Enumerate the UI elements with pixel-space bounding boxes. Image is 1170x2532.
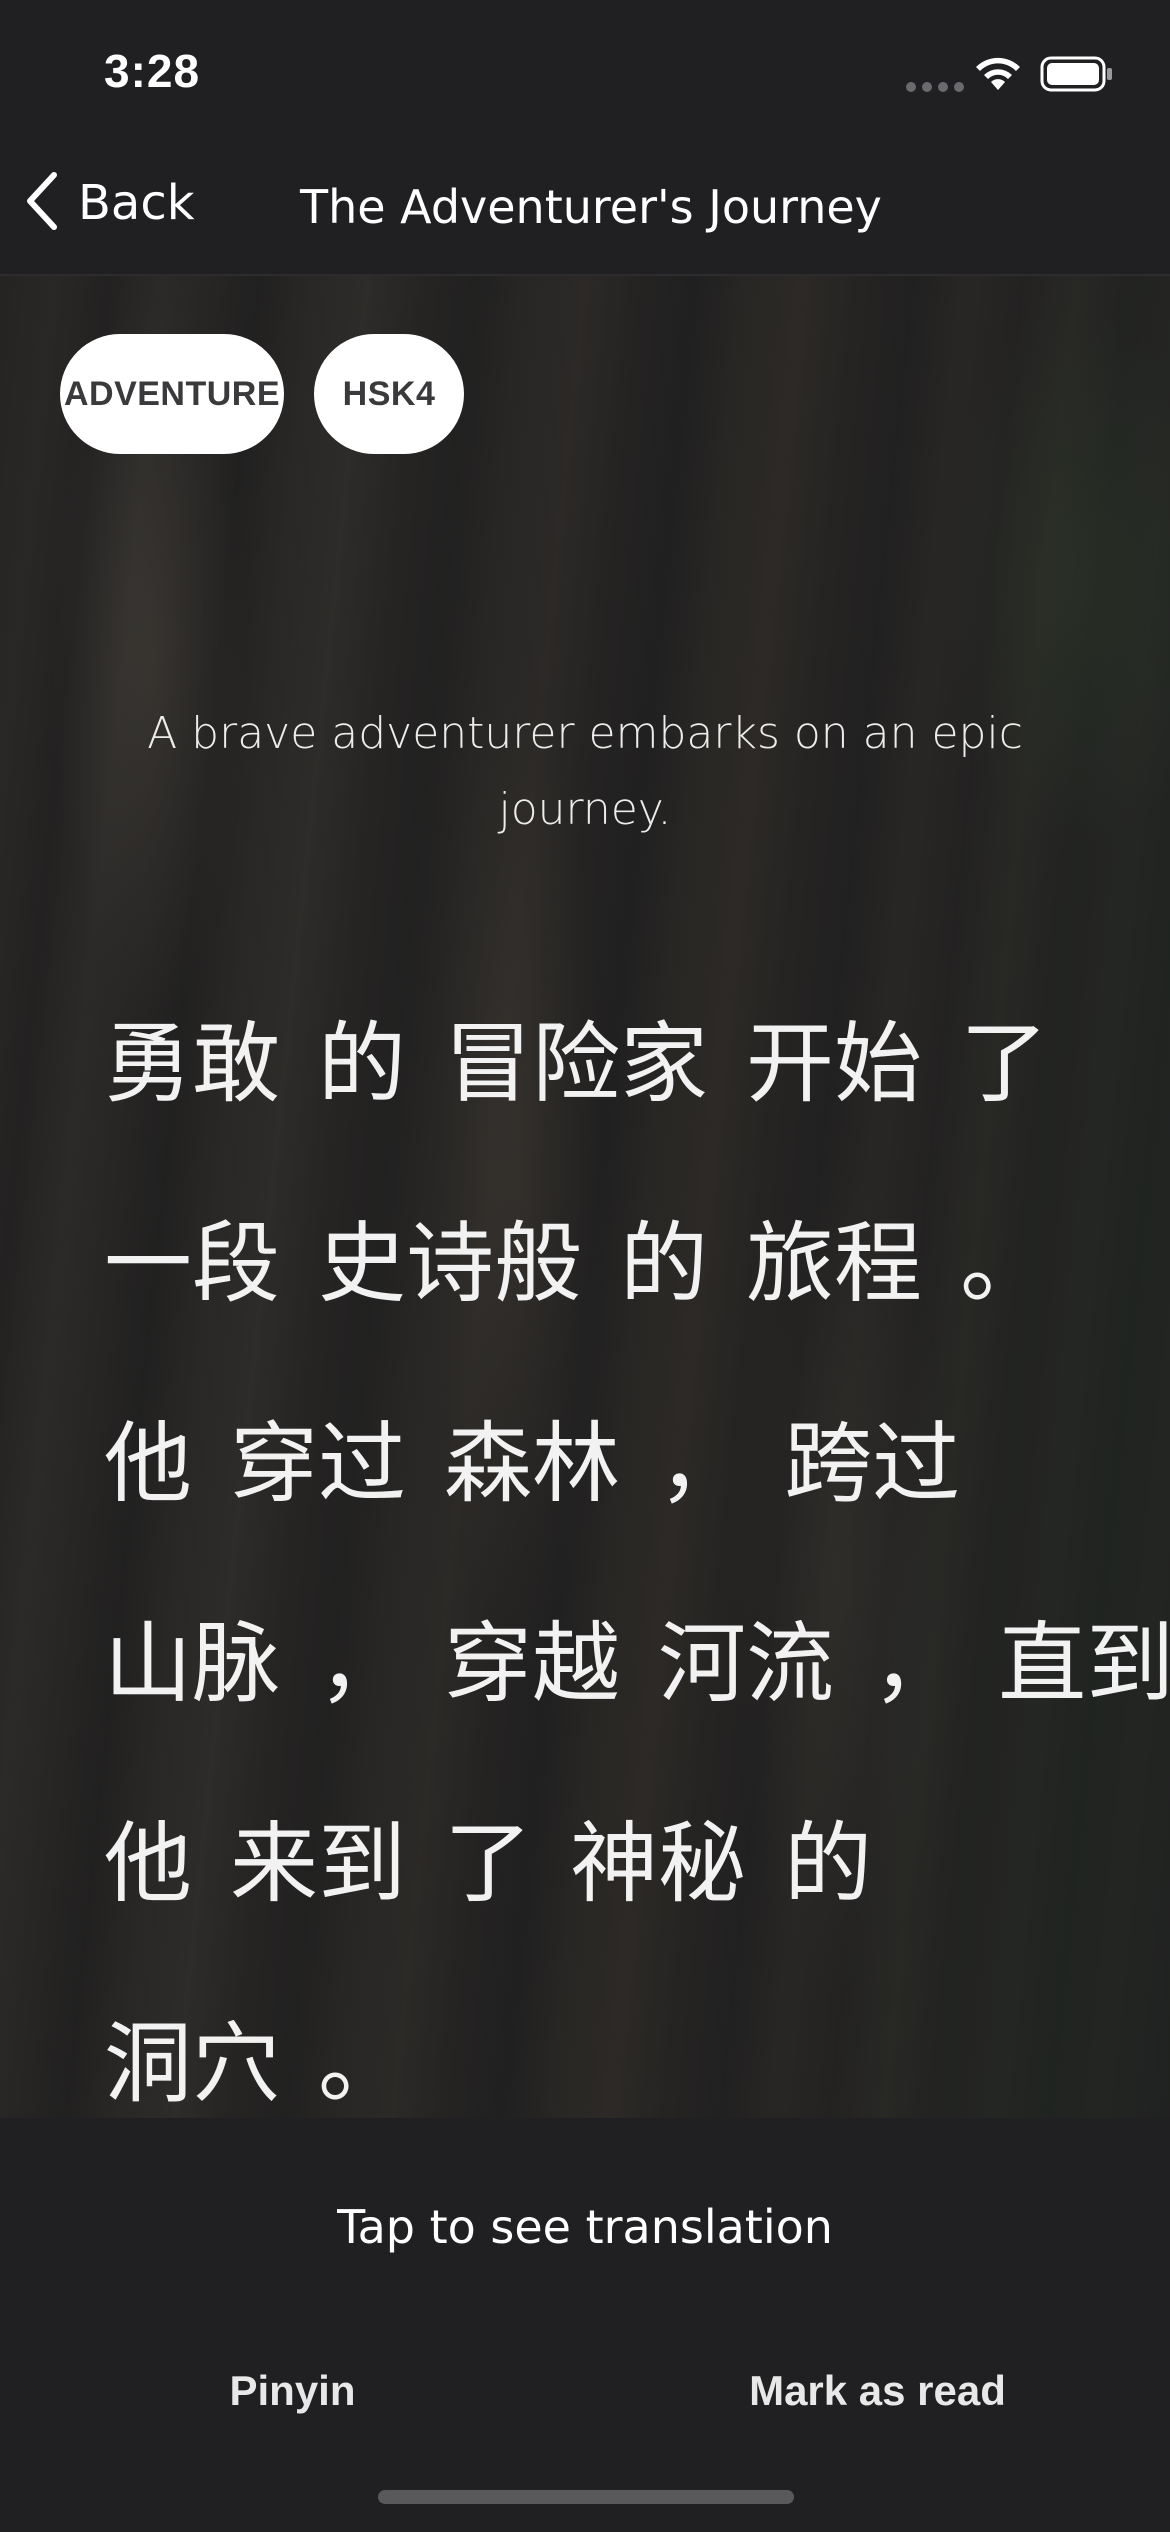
story-word[interactable]: 河流 bbox=[658, 1593, 834, 1720]
tag-adventure[interactable]: ADVENTURE bbox=[60, 334, 284, 454]
story-punctuation: ， bbox=[318, 1611, 407, 1715]
story-word[interactable]: 跨过 bbox=[784, 1393, 960, 1520]
page-title: The Adventurer's Journey bbox=[300, 180, 882, 234]
story-word[interactable]: 来到 bbox=[230, 1793, 406, 1920]
story-word[interactable]: 穿越 bbox=[444, 1593, 620, 1720]
back-label: Back bbox=[78, 175, 195, 231]
story-punctuation: 。 bbox=[960, 1211, 1049, 1315]
story-word[interactable]: 山脉 bbox=[104, 1593, 280, 1720]
story-line: 他 来到 了 神秘 的 bbox=[104, 1756, 1104, 1956]
story-word[interactable]: 的 bbox=[784, 1793, 872, 1920]
story-word[interactable]: 了 bbox=[444, 1793, 532, 1920]
pinyin-button[interactable]: Pinyin bbox=[0, 2326, 585, 2456]
story-word[interactable]: 一段 bbox=[104, 1193, 280, 1320]
story-word[interactable]: 他 bbox=[104, 1393, 192, 1520]
story-word[interactable]: 神秘 bbox=[570, 1793, 746, 1920]
story-word[interactable]: 的 bbox=[318, 993, 406, 1120]
story-word[interactable]: 旅程 bbox=[746, 1193, 922, 1320]
back-button[interactable]: Back bbox=[24, 168, 195, 238]
story-word[interactable]: 他 bbox=[104, 1793, 192, 1920]
story-punctuation: ， bbox=[658, 1411, 747, 1515]
home-indicator[interactable] bbox=[378, 2490, 794, 2504]
bottom-panel: Tap to see translation Pinyin Mark as re… bbox=[0, 2118, 1170, 2532]
story-word[interactable]: 洞穴 bbox=[104, 1993, 280, 2119]
mark-as-read-button[interactable]: Mark as read bbox=[585, 2326, 1170, 2456]
story-word[interactable]: 森林 bbox=[444, 1393, 620, 1520]
story-word[interactable]: 的 bbox=[620, 1193, 708, 1320]
story-word[interactable]: 穿过 bbox=[230, 1393, 406, 1520]
story-word[interactable]: 冒险家 bbox=[444, 993, 708, 1120]
story-line: 山脉 ， 穿越 河流 ， 直到 bbox=[104, 1556, 1170, 1756]
story-word[interactable]: 史诗般 bbox=[318, 1193, 582, 1320]
battery-icon bbox=[1040, 56, 1114, 96]
story-word[interactable]: 勇敢 bbox=[104, 993, 280, 1120]
bottom-actions: Pinyin Mark as read bbox=[0, 2326, 1170, 2456]
story-line: 他 穿过 森林 ， 跨过 bbox=[104, 1356, 1104, 1556]
show-translation-button[interactable]: Tap to see translation bbox=[0, 2200, 1170, 2254]
navigation-bar: Back The Adventurer's Journey bbox=[0, 140, 1170, 276]
story-word[interactable]: 了 bbox=[960, 993, 1048, 1120]
cellular-signal-icon bbox=[906, 82, 964, 92]
status-bar: 3:28 bbox=[0, 0, 1170, 140]
story-punctuation: 。 bbox=[318, 2011, 407, 2115]
tag-hsk-level[interactable]: HSK4 bbox=[314, 334, 464, 454]
story-text: 勇敢 的 冒险家 开始 了 一段 史诗般 的 旅程 。 他 穿过 森林 ， 跨过 bbox=[104, 956, 1170, 2118]
story-line: 洞穴 。 bbox=[104, 1956, 1104, 2118]
wifi-icon bbox=[972, 54, 1024, 98]
story-line: 勇敢 的 冒险家 开始 了 bbox=[104, 956, 1104, 1156]
story-content: ADVENTURE HSK4 A brave adventurer embark… bbox=[0, 276, 1170, 2118]
status-time: 3:28 bbox=[104, 45, 201, 97]
reader-screen: 3:28 Back The Adventurer's Journey ADVEN… bbox=[0, 0, 1170, 2532]
story-word[interactable]: 直到 bbox=[998, 1593, 1170, 1720]
story-line: 一段 史诗般 的 旅程 。 bbox=[104, 1156, 1104, 1356]
story-summary: A brave adventurer embarks on an epic jo… bbox=[147, 708, 1023, 835]
chevron-left-icon bbox=[24, 171, 60, 235]
tag-list: ADVENTURE HSK4 bbox=[60, 334, 464, 454]
story-punctuation: ， bbox=[872, 1611, 961, 1715]
story-word[interactable]: 开始 bbox=[746, 993, 922, 1120]
